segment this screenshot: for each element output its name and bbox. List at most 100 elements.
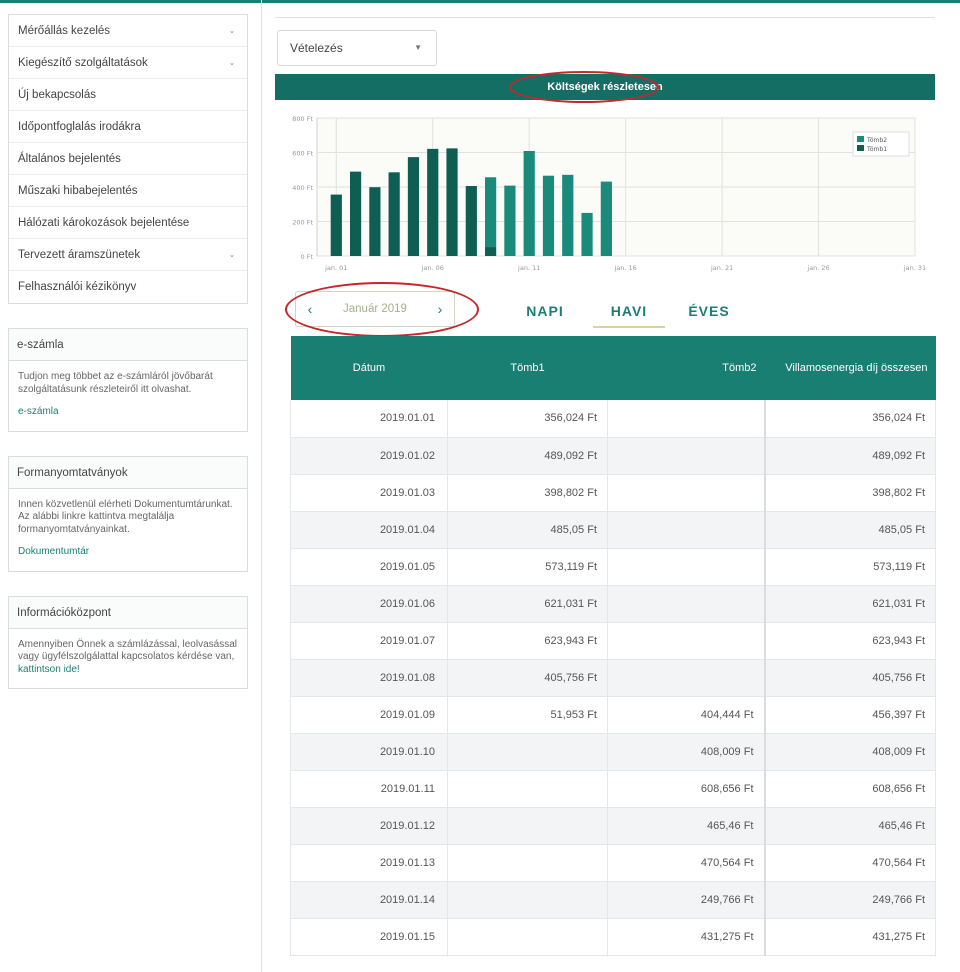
legend-swatch	[857, 145, 864, 151]
bar-tomb2	[523, 151, 535, 256]
chevron-down-icon: ▼	[414, 43, 422, 52]
sidebar-item[interactable]: Műszaki hibabejelentés	[9, 175, 247, 207]
cell-date: 2019.01.06	[290, 585, 448, 623]
cell-date: 2019.01.04	[290, 511, 448, 549]
bar-tomb2	[562, 174, 574, 256]
cell-date: 2019.01.10	[290, 733, 448, 771]
cell-tomb1: 573,119 Ft	[447, 548, 608, 586]
bar-tomb1	[465, 186, 477, 256]
tab-havi[interactable]: HAVI	[593, 298, 665, 328]
sidebar-item-label: Új bekapcsolás	[18, 88, 96, 101]
sidebar-item-label: Tervezett áramszünetek	[18, 248, 141, 261]
legend-swatch	[857, 136, 864, 142]
cost-chart-svg: 0 Ft 200 Ft 400 Ft 600 Ft 800 Ft jan. 01 jan. …	[292, 115, 926, 272]
eszamla-title: e-számla	[9, 329, 247, 361]
bar-tomb1	[485, 247, 497, 256]
sidebar-item-label: Általános bejelentés	[18, 152, 121, 165]
cell-date: 2019.01.01	[290, 400, 448, 438]
table-row: 2019.01.11 608,656 Ft 608,656 Ft	[290, 770, 936, 808]
sidebar-item[interactable]: Tervezett áramszünetek ⌄	[9, 239, 247, 271]
table-row: 2019.01.06 621,031 Ft 621,031 Ft	[290, 585, 936, 623]
col-header-tomb1: Tömb1	[447, 336, 608, 400]
cell-tomb1	[447, 733, 608, 771]
cell-tomb2: 465,46 Ft	[607, 807, 765, 845]
forms-box: Formanyomtatványok Innen közvetlenül elé…	[8, 455, 248, 572]
y-tick-label: 0 Ft	[301, 253, 314, 261]
eszamla-link[interactable]: e-számla	[18, 406, 238, 419]
sidebar-item[interactable]: Kiegészítő szolgáltatások ⌄	[9, 47, 247, 79]
bar-tomb1	[446, 148, 458, 256]
highlight-oval-header	[509, 71, 659, 103]
sidebar-item[interactable]: Mérőállás kezelés ⌄	[9, 15, 247, 47]
sidebar-item[interactable]: Általános bejelentés	[9, 143, 247, 175]
measurement-type-select[interactable]: Vételezés ▼	[277, 30, 437, 66]
tab-eves[interactable]: ÉVES	[679, 298, 739, 328]
sidebar-item-label: Felhasználói kézikönyv	[18, 281, 137, 293]
cell-date: 2019.01.02	[290, 437, 448, 475]
col-header-datum: Dátum	[290, 336, 448, 400]
sidebar-item[interactable]: Hálózati károkozások bejelentése	[9, 207, 247, 239]
x-tick-label: jan. 01	[324, 264, 347, 272]
cell-total: 573,119 Ft	[763, 548, 936, 586]
cell-tomb2: 608,656 Ft	[607, 770, 765, 808]
cell-tomb2	[607, 400, 765, 438]
forms-title: Formanyomtatványok	[9, 456, 247, 489]
x-tick-label: jan. 06	[421, 264, 444, 272]
bar-tomb2	[504, 185, 516, 256]
bar-tomb2	[581, 212, 593, 256]
select-value: Vételezés	[290, 41, 343, 55]
chevron-down-icon: ⌄	[228, 57, 236, 67]
bar-tomb1	[369, 187, 381, 256]
top-frame	[275, 4, 935, 18]
legend-label: Tömb1	[866, 146, 887, 153]
sidebar-divider	[261, 0, 262, 972]
cell-total: 623,943 Ft	[763, 622, 936, 660]
table-row: 2019.01.10 408,009 Ft 408,009 Ft	[290, 733, 936, 771]
cell-total: 408,009 Ft	[763, 733, 936, 771]
dokumentumtar-link[interactable]: Dokumentumtár	[18, 546, 238, 559]
x-tick-label: jan. 26	[806, 264, 829, 272]
forms-body: Innen közvetlenül elérheti Dokumentumtár…	[9, 489, 247, 571]
sidebar-item[interactable]: Új bekapcsolás	[9, 79, 247, 111]
cell-tomb1	[447, 918, 608, 956]
sidebar-item[interactable]: Felhasználói kézikönyv	[9, 271, 247, 303]
cell-tomb2	[607, 437, 765, 475]
info-link[interactable]: kattintson ide!	[18, 664, 80, 675]
cell-total: 485,05 Ft	[763, 511, 936, 549]
table-row: 2019.01.04 485,05 Ft 485,05 Ft	[290, 511, 936, 549]
sidebar-item-label: Hálózati károkozások bejelentése	[18, 216, 190, 229]
table-row: 2019.01.15 431,275 Ft 431,275 Ft	[290, 918, 936, 956]
bar-tomb1	[388, 172, 400, 256]
x-tick-label: jan. 11	[517, 264, 540, 272]
x-tick-label: jan. 31	[903, 264, 926, 272]
y-tick-label: 400 Ft	[292, 184, 313, 192]
cell-total: 398,802 Ft	[763, 474, 936, 512]
highlight-oval-pager	[285, 282, 479, 337]
cell-tomb2: 404,444 Ft	[607, 696, 765, 734]
eszamla-text: Tudjon meg többet az e-számláról jövőbar…	[18, 371, 213, 395]
sidebar-item-label: Időpontfoglalás irodákra	[18, 120, 141, 133]
table-row: 2019.01.01 356,024 Ft 356,024 Ft	[290, 400, 936, 438]
tab-napi[interactable]: NAPI	[515, 298, 575, 328]
table-row: 2019.01.02 489,092 Ft 489,092 Ft	[290, 437, 936, 475]
cell-date: 2019.01.03	[290, 474, 448, 512]
cell-tomb2: 249,766 Ft	[607, 881, 765, 919]
cell-tomb2: 431,275 Ft	[607, 918, 765, 956]
cell-tomb1: 623,943 Ft	[447, 622, 608, 660]
bar-tomb2	[485, 177, 497, 248]
cell-tomb1	[447, 844, 608, 882]
col-header-tomb2: Tömb2	[607, 336, 765, 400]
chevron-down-icon: ⌄	[228, 249, 236, 259]
sidebar-item[interactable]: Időpontfoglalás irodákra	[9, 111, 247, 143]
cell-tomb2	[607, 659, 765, 697]
cell-tomb1: 356,024 Ft	[447, 400, 608, 438]
table-row: 2019.01.14 249,766 Ft 249,766 Ft	[290, 881, 936, 919]
info-body: Amennyiben Önnek a számlázással, leolvas…	[9, 629, 247, 689]
cell-tomb1	[447, 807, 608, 845]
cell-total: 465,46 Ft	[763, 807, 936, 845]
cell-tomb1	[447, 881, 608, 919]
forms-text-2: Az alábbi linkre kattintva megtalálja fo…	[18, 511, 175, 535]
cell-tomb1: 405,756 Ft	[447, 659, 608, 697]
x-tick-label: jan. 16	[613, 264, 636, 272]
table-row: 2019.01.13 470,564 Ft 470,564 Ft	[290, 844, 936, 882]
